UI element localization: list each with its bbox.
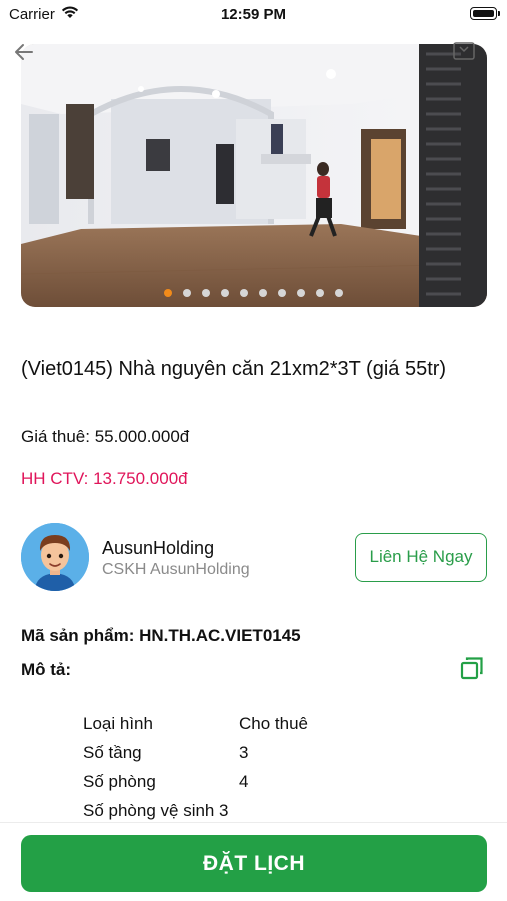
spec-value: Cho thuê xyxy=(239,714,308,733)
spec-key: Số phòng xyxy=(83,772,156,791)
gallery-dot[interactable] xyxy=(202,289,210,297)
spec-key: Loại hình xyxy=(83,714,153,733)
photo-gallery[interactable] xyxy=(21,44,487,307)
spec-key: Số phòng vệ sinh xyxy=(83,801,215,820)
gallery-dot[interactable] xyxy=(335,289,343,297)
copy-icon[interactable] xyxy=(460,656,484,680)
clock: 12:59 PM xyxy=(220,6,287,23)
gallery-dot[interactable] xyxy=(164,289,172,297)
gallery-dot[interactable] xyxy=(297,289,305,297)
seller-role: CSKH AusunHolding xyxy=(102,561,250,578)
spec-key: Số tầng xyxy=(83,743,142,762)
listing-title: (Viet0145) Nhà nguyên căn 21xm2*3T (giá … xyxy=(21,358,447,380)
rent-price: Giá thuê: 55.000.000đ xyxy=(21,427,190,446)
gallery-dot[interactable] xyxy=(183,289,191,297)
product-code-label: Mã sản phẩm: xyxy=(21,626,135,645)
book-appointment-button[interactable]: ĐẶT LỊCH xyxy=(21,835,487,892)
spec-value: 3 xyxy=(219,801,229,820)
commission-amount: HH CTV: 13.750.000đ xyxy=(21,469,188,488)
back-arrow-icon[interactable] xyxy=(12,40,36,64)
avatar xyxy=(21,523,89,591)
room-photo xyxy=(21,44,487,307)
description-label: Mô tả: xyxy=(21,660,72,679)
gallery-dot[interactable] xyxy=(278,289,286,297)
status-bar: Carrier 12:59 PM xyxy=(0,0,507,30)
spec-value: 4 xyxy=(239,772,249,791)
contact-now-button[interactable]: Liên Hệ Ngay xyxy=(355,533,487,582)
product-code: Mã sản phẩm: HN.TH.AC.VIET0145 xyxy=(21,626,301,646)
gallery-dot[interactable] xyxy=(221,289,229,297)
gallery-dot[interactable] xyxy=(240,289,248,297)
gallery-dot[interactable] xyxy=(259,289,267,297)
share-icon[interactable] xyxy=(452,41,476,61)
gallery-dot[interactable] xyxy=(316,289,324,297)
spec-value: 3 xyxy=(239,743,249,762)
gallery-pagination xyxy=(0,289,507,297)
seller-name: AusunHolding xyxy=(102,538,215,558)
product-code-value: HN.TH.AC.VIET0145 xyxy=(139,626,301,645)
battery-icon xyxy=(470,7,500,20)
